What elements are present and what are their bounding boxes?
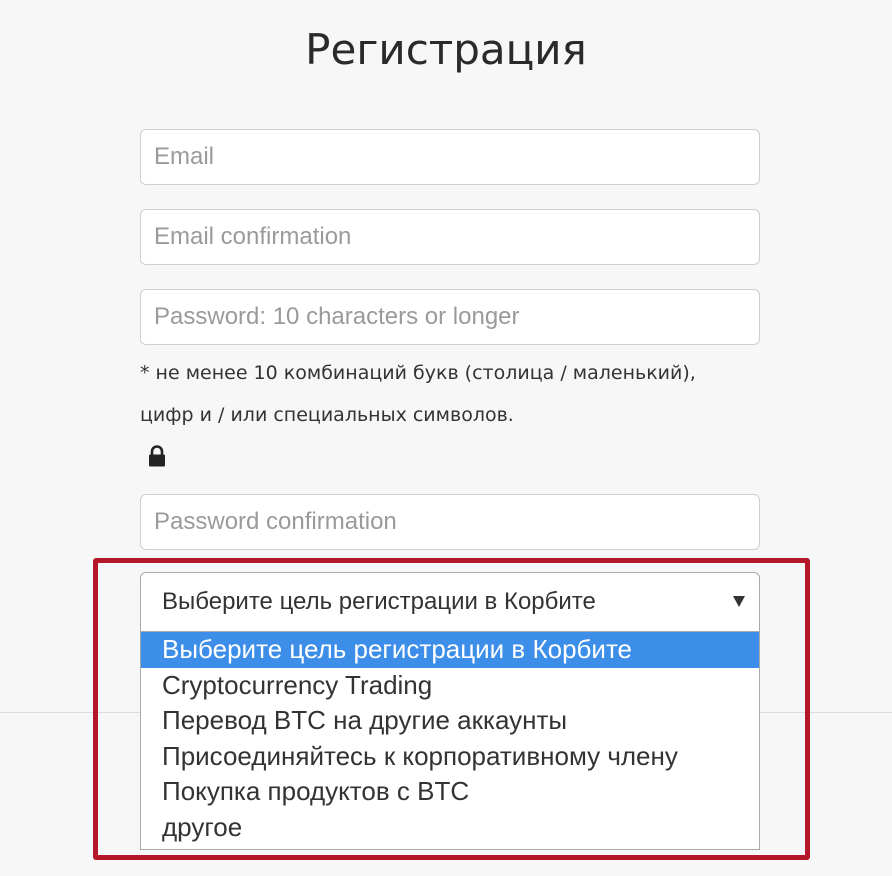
password-hint-line-2: цифр и / или специальных символов. (140, 404, 514, 426)
email-field[interactable] (140, 129, 760, 185)
password-confirmation-field[interactable] (140, 494, 760, 550)
password-hint-line-1: * не менее 10 комбинаций букв (столица /… (140, 362, 696, 384)
lock-icon (149, 445, 165, 467)
password-field[interactable] (140, 289, 760, 345)
password-hint: * не менее 10 комбинаций букв (столица /… (140, 352, 780, 436)
highlight-frame (93, 558, 810, 860)
page-title: Регистрация (305, 25, 587, 74)
email-confirmation-field[interactable] (140, 209, 760, 265)
